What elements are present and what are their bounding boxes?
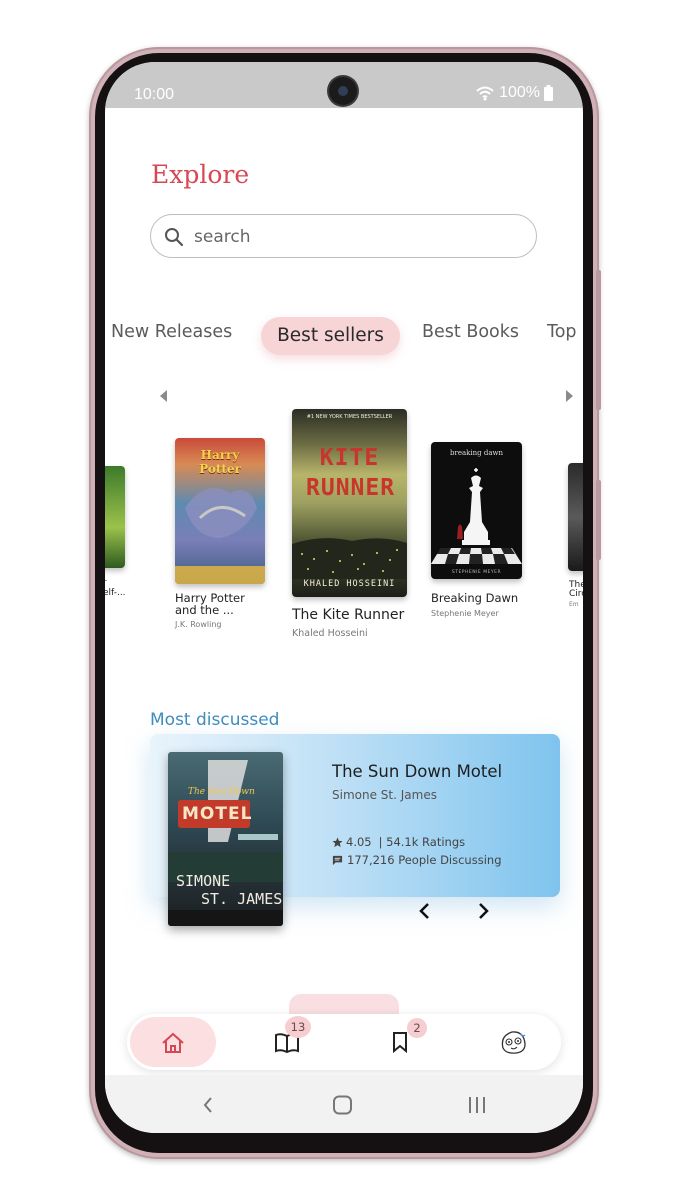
- rating-value: 4.05: [346, 835, 372, 849]
- book-title-kite-runner: The Kite Runner: [292, 607, 405, 623]
- book-title-breaking-dawn: Breaking Dawn: [431, 591, 519, 605]
- battery-percent: 100%: [499, 84, 540, 101]
- sun-down-cover-author-2: ST. JAMES: [201, 890, 283, 908]
- book-author-harry-potter: J.K. Rowling: [175, 620, 222, 629]
- battery-icon: [544, 85, 553, 101]
- most-discussed-author: Simone St. James: [332, 788, 437, 802]
- carousel-prev-arrow[interactable]: [160, 390, 167, 402]
- most-discussed-discussing: 177,216 People Discussing: [332, 853, 502, 867]
- tab-new-releases[interactable]: New Releases: [111, 322, 232, 342]
- carousel-next-arrow[interactable]: [566, 390, 573, 402]
- most-discussed-heading: Most discussed: [150, 710, 280, 730]
- ratings-count: | 54.1k Ratings: [378, 835, 466, 849]
- volume-button: [596, 270, 601, 410]
- avatar-icon[interactable]: [498, 1028, 528, 1056]
- tab-best-sellers[interactable]: Best sellers: [261, 317, 400, 355]
- search-input[interactable]: search: [150, 214, 537, 258]
- wifi-icon: [476, 86, 494, 101]
- city-lights-illustration: [292, 538, 407, 579]
- book-cover-sun-down-motel[interactable]: The Sun Down MOTEL SIMONE ST. JAMES: [168, 752, 283, 926]
- book-title-partial-right-2: Circ: [569, 589, 583, 599]
- search-placeholder: search: [194, 227, 251, 247]
- breaking-dawn-cover-author: STEPHENIE MEYER: [451, 570, 502, 575]
- home-icon[interactable]: [161, 1032, 185, 1054]
- power-button: [596, 480, 601, 560]
- chevron-right-icon[interactable]: [474, 900, 492, 922]
- book-title-partial-left-2: elf-...: [105, 588, 126, 598]
- book-author-breaking-dawn: Stephenie Meyer: [431, 609, 499, 618]
- discussing-count: 177,216 People Discussing: [347, 853, 502, 867]
- system-back-icon[interactable]: [201, 1095, 215, 1115]
- hippogriff-illustration: [175, 488, 265, 584]
- most-discussed-rating: 4.05 | 54.1k Ratings: [332, 835, 465, 849]
- book-cover-harry-potter[interactable]: Harry Potter: [175, 438, 265, 584]
- status-time: 10:00: [134, 86, 175, 103]
- bookmark-icon[interactable]: [391, 1031, 409, 1053]
- sun-down-cover-title: MOTEL: [182, 804, 253, 824]
- book-cover-partial-right[interactable]: [568, 463, 583, 571]
- chevron-left-icon[interactable]: [416, 900, 434, 922]
- tab-best-books[interactable]: Best Books: [422, 322, 519, 342]
- most-discussed-book-title: The Sun Down Motel: [332, 762, 503, 781]
- system-recents-icon[interactable]: [467, 1095, 487, 1115]
- chat-icon: [332, 855, 343, 865]
- tab-top[interactable]: Top: [547, 322, 577, 342]
- bookmark-badge: 2: [407, 1018, 427, 1038]
- book-title-partial-left-1: r: [105, 578, 107, 588]
- book-cover-breaking-dawn[interactable]: breaking dawn STEPHENIE MEYER: [431, 442, 522, 579]
- tab-best-sellers-label: Best sellers: [277, 325, 384, 346]
- page-title: Explore: [151, 160, 250, 189]
- book-author-kite-runner: Khaled Hosseini: [292, 628, 368, 639]
- system-nav-bar: [105, 1075, 583, 1133]
- book-badge: 13: [285, 1016, 311, 1038]
- search-icon: [165, 228, 184, 247]
- front-camera: [329, 77, 357, 105]
- app-screen: 10:00 100% Explore search New Releases B…: [105, 62, 583, 1133]
- nav-ghost-pill: [289, 994, 399, 1016]
- book-cover-kite-runner[interactable]: #1 NEW YORK TIMES BESTSELLER KITE RUNNER…: [292, 409, 407, 597]
- sun-down-cover-author-1: SIMONE: [176, 872, 231, 890]
- kite-runner-cover-author: KHALED HOSSEINI: [303, 579, 396, 589]
- status-bar: 10:00 100%: [105, 62, 583, 108]
- system-home-icon[interactable]: [332, 1095, 354, 1115]
- book-cover-partial-left[interactable]: [105, 466, 125, 568]
- book-title-harry-potter-2: and the ...: [175, 603, 234, 617]
- chess-illustration: [431, 468, 522, 564]
- book-author-partial-right: Em: [569, 601, 579, 608]
- status-indicators: 100%: [475, 84, 553, 102]
- star-icon: [332, 836, 343, 847]
- sun-down-cover-subtitle: The Sun Down: [188, 787, 255, 797]
